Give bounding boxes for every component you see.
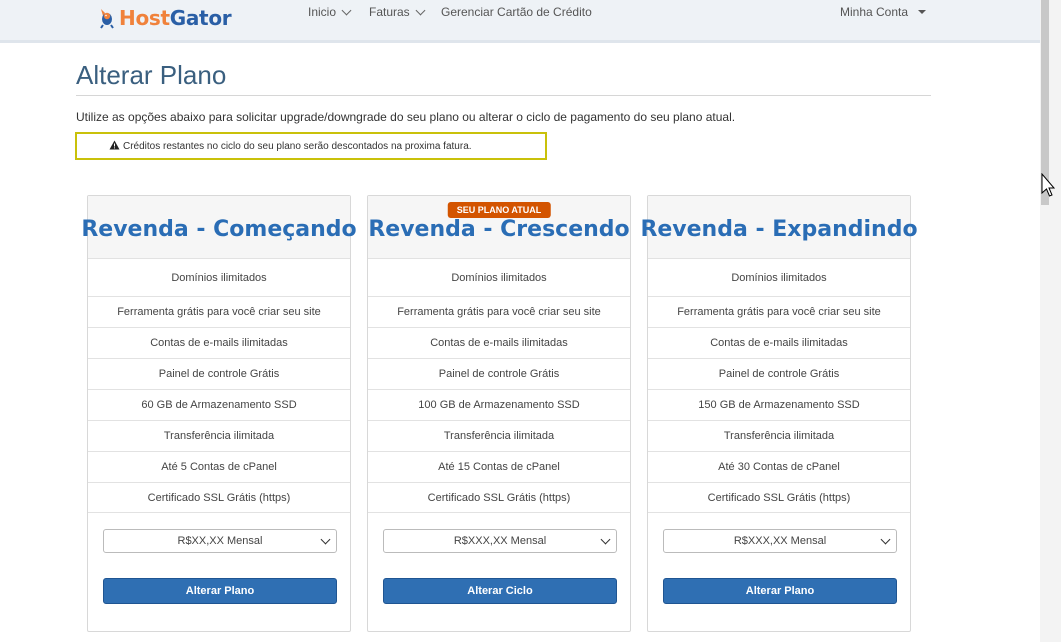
- plan-feature: Contas de e-mails ilimitadas: [648, 327, 910, 358]
- plan-feature: Transferência ilimitada: [88, 420, 350, 451]
- plan-feature: Painel de controle Grátis: [368, 358, 630, 389]
- alert-text: Créditos restantes no ciclo do seu plano…: [123, 140, 472, 152]
- plan-feature: Até 5 Contas de cPanel: [88, 451, 350, 482]
- nav-inicio-label: Inicio: [308, 5, 337, 19]
- intro-text: Utilize as opções abaixo para solicitar …: [76, 110, 736, 124]
- plan-card-header: Revenda - Expandindo: [640, 196, 918, 258]
- plan-feature: Painel de controle Grátis: [88, 358, 350, 389]
- plan-card-crescendo: SEU PLANO ATUAL Revenda - Crescendo Domí…: [367, 195, 631, 632]
- chevron-down-icon: [880, 534, 891, 545]
- page-title: Alterar Plano: [76, 60, 227, 90]
- plan-feature: Domínios ilimitados: [648, 258, 910, 296]
- nav-faturas-label: Faturas: [369, 5, 410, 19]
- credit-alert: Créditos restantes no ciclo do seu plano…: [75, 132, 547, 160]
- chevron-down-icon: [600, 534, 611, 545]
- plan-feature-list: Domínios ilimitados Ferramenta grátis pa…: [88, 258, 350, 513]
- billing-cycle-value: R$XXX,XX Mensal: [453, 535, 547, 547]
- plan-title: Revenda - Crescendo: [368, 216, 630, 242]
- nav-minha-conta[interactable]: Minha Conta: [840, 5, 927, 19]
- nav-gerenciar-cartao[interactable]: Gerenciar Cartão de Crédito: [441, 5, 592, 19]
- billing-cycle-value: R$XXX,XX Mensal: [733, 535, 827, 547]
- plan-card-header: Revenda - Começando: [81, 196, 357, 258]
- current-plan-badge: SEU PLANO ATUAL: [447, 202, 551, 218]
- plan-card-comecando: Revenda - Começando Domínios ilimitados …: [81, 195, 357, 632]
- hostgator-logo[interactable]: HostGator: [98, 4, 232, 32]
- plan-feature: 60 GB de Armazenamento SSD: [88, 389, 350, 420]
- alterar-plano-button[interactable]: Alterar Plano: [663, 578, 897, 604]
- nav-faturas[interactable]: Faturas: [369, 5, 426, 19]
- plan-feature: Domínios ilimitados: [88, 258, 350, 296]
- plan-feature: Contas de e-mails ilimitadas: [368, 327, 630, 358]
- plan-card-header: SEU PLANO ATUAL Revenda - Crescendo: [368, 196, 630, 258]
- title-divider: [76, 95, 931, 96]
- plan-feature: Contas de e-mails ilimitadas: [88, 327, 350, 358]
- billing-cycle-select[interactable]: R$XXX,XX Mensal: [663, 529, 897, 553]
- chevron-down-icon: [341, 5, 352, 15]
- alterar-plano-button[interactable]: Alterar Plano: [103, 578, 337, 604]
- plan-feature: Transferência ilimitada: [368, 420, 630, 451]
- plan-feature-list: Domínios ilimitados Ferramenta grátis pa…: [368, 258, 630, 513]
- plan-feature: Painel de controle Grátis: [648, 358, 910, 389]
- plan-feature: Ferramenta grátis para você criar seu si…: [368, 296, 630, 327]
- billing-cycle-value: R$XX,XX Mensal: [177, 535, 263, 547]
- chevron-down-icon: [415, 5, 426, 15]
- plan-feature: Certificado SSL Grátis (https): [368, 482, 630, 513]
- plan-title: Revenda - Expandindo: [640, 216, 918, 242]
- plan-feature: 100 GB de Armazenamento SSD: [368, 389, 630, 420]
- warning-icon: [109, 140, 120, 153]
- plan-feature: Certificado SSL Grátis (https): [648, 482, 910, 513]
- plan-feature: Até 30 Contas de cPanel: [648, 451, 910, 482]
- plan-feature: Ferramenta grátis para você criar seu si…: [88, 296, 350, 327]
- top-navbar: HostGator Inicio Faturas Gerenciar Cartã…: [0, 0, 1040, 43]
- chevron-down-icon: [320, 534, 331, 545]
- plan-feature-list: Domínios ilimitados Ferramenta grátis pa…: [648, 258, 910, 513]
- logo-text: HostGator: [119, 6, 232, 30]
- alterar-ciclo-button[interactable]: Alterar Ciclo: [383, 578, 617, 604]
- mouse-pointer-icon: [1041, 172, 1056, 206]
- nav-gerenciar-cartao-label: Gerenciar Cartão de Crédito: [441, 5, 592, 19]
- plan-feature: 150 GB de Armazenamento SSD: [648, 389, 910, 420]
- plan-card-expandindo: Revenda - Expandindo Domínios ilimitados…: [640, 195, 918, 632]
- nav-inicio[interactable]: Inicio: [308, 5, 352, 19]
- plan-feature: Ferramenta grátis para você criar seu si…: [648, 296, 910, 327]
- plan-feature: Transferência ilimitada: [648, 420, 910, 451]
- plan-feature: Até 15 Contas de cPanel: [368, 451, 630, 482]
- billing-cycle-select[interactable]: R$XXX,XX Mensal: [383, 529, 617, 553]
- caret-down-icon: [918, 10, 927, 14]
- billing-cycle-select[interactable]: R$XX,XX Mensal: [103, 529, 337, 553]
- gator-mascot-icon: [98, 7, 116, 29]
- plan-title: Revenda - Começando: [81, 216, 357, 242]
- plan-feature: Domínios ilimitados: [368, 258, 630, 296]
- plan-feature: Certificado SSL Grátis (https): [88, 482, 350, 513]
- nav-minha-conta-label: Minha Conta: [840, 5, 909, 19]
